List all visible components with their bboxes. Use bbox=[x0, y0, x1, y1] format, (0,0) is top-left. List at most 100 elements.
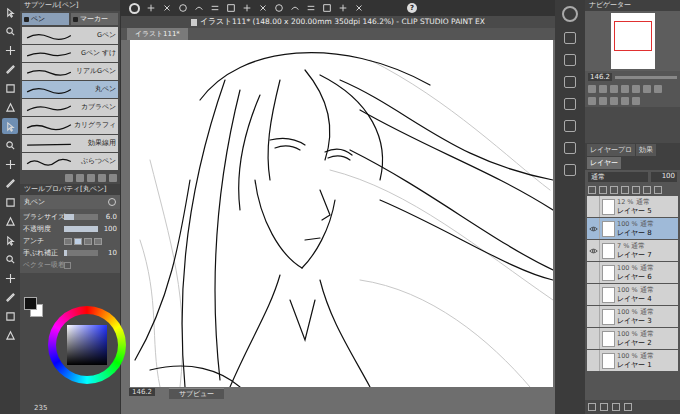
command-icon[interactable] bbox=[322, 3, 332, 13]
layer-action-icon[interactable] bbox=[588, 403, 596, 411]
navigator-button-icon[interactable] bbox=[610, 85, 618, 93]
layer-action-icon[interactable] bbox=[624, 403, 632, 411]
command-icon[interactable] bbox=[162, 3, 172, 13]
subtool-item[interactable]: リアルGペン bbox=[22, 63, 118, 80]
layer-row[interactable]: 100 % 通常レイヤー 2 bbox=[587, 328, 678, 349]
visibility-toggle[interactable] bbox=[587, 218, 600, 239]
command-icon[interactable] bbox=[226, 3, 236, 13]
layer-row[interactable]: 100 % 通常レイヤー 3 bbox=[587, 306, 678, 327]
layer-action-icon[interactable] bbox=[600, 403, 608, 411]
tool-button[interactable] bbox=[2, 251, 18, 267]
layer-panel-tab[interactable]: レイヤープロ bbox=[587, 144, 635, 156]
tool-button[interactable] bbox=[2, 194, 18, 210]
layer-tool-icon[interactable] bbox=[654, 186, 662, 194]
tool-button[interactable] bbox=[2, 23, 18, 39]
subtool-item[interactable]: カブラペン bbox=[22, 99, 118, 116]
layer-panel-tab[interactable]: レイヤー bbox=[587, 157, 621, 169]
command-icon[interactable] bbox=[178, 3, 188, 13]
clip-studio-logo-icon[interactable] bbox=[129, 3, 140, 14]
layer-tool-icon[interactable] bbox=[621, 186, 629, 194]
command-icon[interactable] bbox=[354, 3, 364, 13]
command-icon[interactable] bbox=[258, 3, 268, 13]
command-icon[interactable] bbox=[194, 3, 204, 13]
visibility-toggle[interactable] bbox=[587, 306, 600, 327]
saturation-value-square[interactable] bbox=[67, 325, 107, 365]
panel-toggle-icon[interactable] bbox=[564, 164, 576, 176]
panel-toggle-icon[interactable] bbox=[564, 98, 576, 110]
panel-toggle-icon[interactable] bbox=[564, 142, 576, 154]
visibility-toggle[interactable] bbox=[587, 328, 600, 349]
tool-button[interactable] bbox=[2, 61, 18, 77]
document-tab[interactable]: イラスト111* bbox=[127, 28, 188, 40]
property-slider[interactable] bbox=[64, 250, 98, 256]
tool-button[interactable] bbox=[2, 175, 18, 191]
tool-button[interactable] bbox=[2, 289, 18, 305]
panel-button-icon[interactable] bbox=[87, 174, 95, 182]
rotate-button-icon[interactable] bbox=[599, 97, 607, 105]
layer-tool-icon[interactable] bbox=[643, 186, 651, 194]
tool-button[interactable] bbox=[2, 232, 18, 248]
command-icon[interactable] bbox=[242, 3, 252, 13]
layer-row[interactable]: 12 % 通常レイヤー 5 bbox=[587, 196, 678, 217]
anti-alias-option[interactable] bbox=[84, 238, 92, 245]
visibility-toggle[interactable] bbox=[587, 350, 600, 371]
drawing-canvas[interactable] bbox=[130, 40, 553, 387]
command-icon[interactable] bbox=[210, 3, 220, 13]
subtool-item[interactable]: 効果線用 bbox=[22, 135, 118, 152]
navigator-button-icon[interactable] bbox=[588, 85, 596, 93]
subtool-tab[interactable]: ペン bbox=[22, 13, 69, 25]
command-icon[interactable] bbox=[306, 3, 316, 13]
blend-mode-dropdown[interactable]: 通常 bbox=[588, 172, 648, 182]
layer-row[interactable]: 100 % 通常レイヤー 8 bbox=[587, 218, 678, 239]
navigator-button-icon[interactable] bbox=[632, 85, 640, 93]
visibility-toggle[interactable] bbox=[587, 262, 600, 283]
panel-toggle-icon[interactable] bbox=[564, 32, 576, 44]
navigator-button-icon[interactable] bbox=[654, 85, 662, 93]
rotate-button-icon[interactable] bbox=[621, 97, 629, 105]
layer-row[interactable]: 100 % 通常レイヤー 1 bbox=[587, 350, 678, 371]
layer-row[interactable]: 7 % 通常レイヤー 7 bbox=[587, 240, 678, 261]
layer-tool-icon[interactable] bbox=[588, 186, 596, 194]
panel-toggle-icon[interactable] bbox=[562, 6, 578, 22]
hue-ring[interactable] bbox=[48, 306, 126, 384]
help-button[interactable]: ? bbox=[407, 3, 417, 13]
rotate-button-icon[interactable] bbox=[610, 97, 618, 105]
panel-button-icon[interactable] bbox=[76, 174, 84, 182]
rotate-button-icon[interactable] bbox=[632, 97, 640, 105]
subtool-item[interactable]: Gペン すけ bbox=[22, 45, 118, 62]
panel-toggle-icon[interactable] bbox=[564, 54, 576, 66]
canvas-zoom[interactable]: 146.2 bbox=[129, 388, 155, 396]
tool-button[interactable] bbox=[2, 118, 18, 134]
panel-button-icon[interactable] bbox=[65, 174, 73, 182]
navigator-button-icon[interactable] bbox=[643, 85, 651, 93]
panel-button-icon[interactable] bbox=[109, 174, 117, 182]
visibility-toggle[interactable] bbox=[587, 240, 600, 261]
subtool-item[interactable]: ぶらつペン bbox=[22, 153, 118, 170]
property-slider[interactable] bbox=[64, 226, 98, 232]
tool-button[interactable] bbox=[2, 137, 18, 153]
command-icon[interactable] bbox=[338, 3, 348, 13]
navigator-button-icon[interactable] bbox=[599, 85, 607, 93]
layer-tool-icon[interactable] bbox=[632, 186, 640, 194]
tool-button[interactable] bbox=[2, 213, 18, 229]
anti-alias-option[interactable] bbox=[64, 238, 72, 245]
tool-button[interactable] bbox=[2, 42, 18, 58]
layer-panel-tab[interactable]: 効果 bbox=[636, 144, 656, 156]
layer-row[interactable]: 100 % 通常レイヤー 4 bbox=[587, 284, 678, 305]
navigator-preview[interactable] bbox=[585, 11, 680, 71]
command-icon[interactable] bbox=[146, 3, 156, 13]
command-icon[interactable] bbox=[290, 3, 300, 13]
tool-button[interactable] bbox=[2, 270, 18, 286]
tool-button[interactable] bbox=[2, 99, 18, 115]
subview-tab[interactable]: サブビュー bbox=[169, 388, 224, 399]
command-icon[interactable] bbox=[274, 3, 284, 13]
main-color-swatch[interactable] bbox=[24, 297, 37, 310]
rotate-button-icon[interactable] bbox=[588, 97, 596, 105]
visibility-toggle[interactable] bbox=[587, 196, 600, 217]
panel-button-icon[interactable] bbox=[98, 174, 106, 182]
opacity-field[interactable]: 100 bbox=[651, 172, 677, 182]
visibility-toggle[interactable] bbox=[587, 284, 600, 305]
anti-alias-option[interactable] bbox=[94, 238, 102, 245]
anti-alias-option[interactable] bbox=[74, 238, 82, 245]
layer-action-icon[interactable] bbox=[612, 403, 620, 411]
